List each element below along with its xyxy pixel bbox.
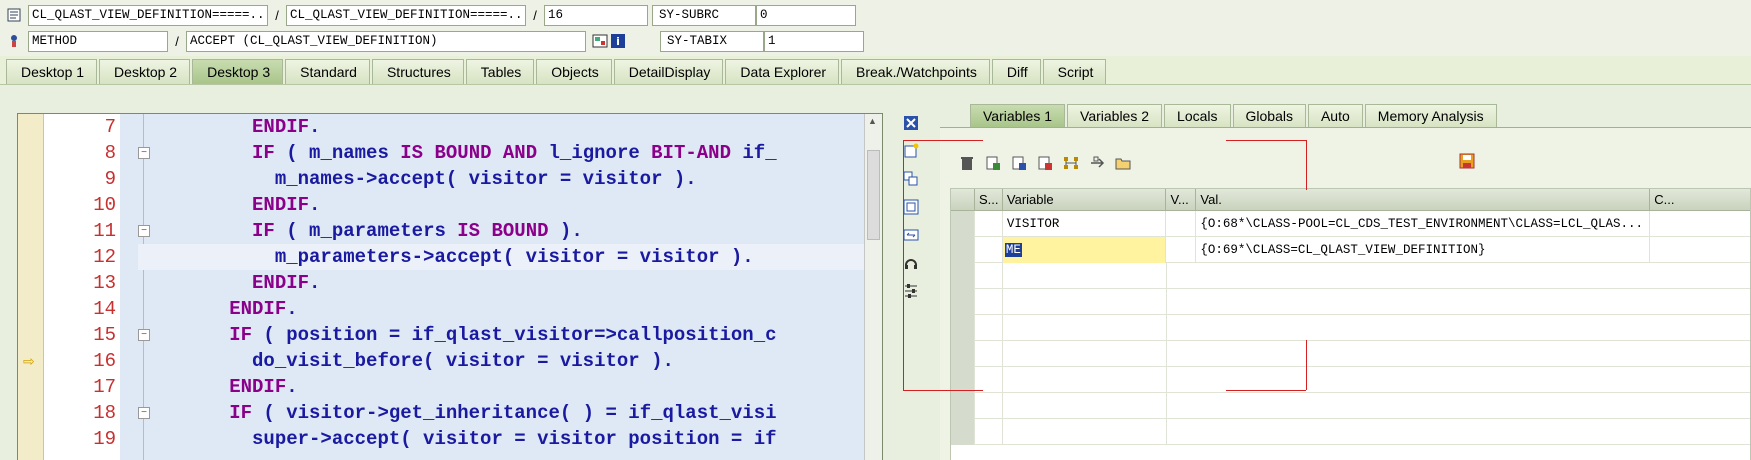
code-line: ENDIF. [252, 272, 321, 294]
line-number: 12 [93, 246, 116, 268]
code-line: ENDIF. [252, 194, 321, 216]
code-line: ENDIF. [252, 116, 321, 138]
sy-subrc-value[interactable]: 0 [756, 4, 856, 26]
display-source-icon[interactable] [592, 33, 608, 49]
tab-diff[interactable]: Diff [991, 59, 1041, 84]
line-number: 19 [93, 428, 116, 450]
code-line: IF ( m_names IS BOUND AND l_ignore BIT-A… [252, 142, 777, 164]
main-program-field[interactable]: CL_QLAST_VIEW_DEFINITION=====... [28, 4, 268, 26]
sy-tabix-label: SY-TABIX [660, 30, 764, 52]
annotation-right-bottom [1306, 340, 1307, 390]
tab-breakpoints[interactable]: Break./Watchpoints [841, 59, 990, 84]
scroll-up-icon[interactable]: ▲ [868, 116, 877, 126]
info-icon[interactable]: i [610, 33, 626, 49]
annotation-right-top [1306, 140, 1307, 190]
sy-subrc-label: SY-SUBRC [652, 4, 756, 26]
annotation-bottom-right [1226, 390, 1306, 391]
code-line: IF ( position = if_qlast_visitor=>callpo… [229, 324, 777, 346]
column-header-change[interactable]: C... [1650, 189, 1750, 211]
tab-variables-2[interactable]: Variables 2 [1067, 104, 1163, 127]
tab-detaildisplay[interactable]: DetailDisplay [613, 59, 724, 84]
annotation-left-line [903, 140, 1306, 390]
row-status [975, 393, 1003, 419]
line-number: 11 [93, 220, 116, 242]
annotation-top-right [1226, 140, 1306, 141]
code-line: m_names->accept( visitor = visitor ). [138, 168, 697, 190]
variable-name-cell[interactable] [1003, 419, 1167, 445]
line-number-field[interactable]: 16 [544, 4, 648, 26]
line-number: 15 [93, 324, 116, 346]
line-number: 18 [93, 402, 116, 424]
tab-desktop-2[interactable]: Desktop 2 [99, 59, 191, 84]
sy-tabix-value[interactable]: 1 [764, 30, 864, 52]
svg-text:i: i [616, 35, 620, 48]
line-number: 13 [93, 272, 116, 294]
table-row-empty [951, 419, 1750, 445]
current-line-arrow-icon: ⇨ [23, 353, 35, 369]
tab-locals[interactable]: Locals [1164, 104, 1231, 127]
annotation-top-left [903, 140, 983, 141]
separator: / [175, 33, 179, 49]
line-number: 7 [104, 116, 116, 138]
tab-memory-analysis[interactable]: Memory Analysis [1364, 104, 1497, 127]
save-icon[interactable] [1458, 152, 1476, 170]
code-line-current: m_parameters->accept( visitor = visitor … [138, 244, 878, 270]
header-row-1: CL_QLAST_VIEW_DEFINITION=====... / CL_QL… [6, 3, 856, 27]
tab-structures[interactable]: Structures [371, 59, 464, 84]
variables-tabs: Variables 1 Variables 2 Locals Globals A… [970, 103, 1499, 127]
code-line: super->accept( visitor = visitor positio… [138, 428, 777, 450]
desktop-tabs: Desktop 1 Desktop 2 Desktop 3 Standard S… [6, 58, 1108, 84]
source-editor[interactable]: ⇨ 7 8 9 10 11 12 13 14 15 16 17 18 19 − … [17, 113, 883, 460]
scroll-thumb[interactable] [867, 150, 880, 240]
breakpoint-gutter[interactable]: ⇨ [18, 114, 44, 460]
event-name-field[interactable]: ACCEPT (CL_QLAST_VIEW_DEFINITION) [186, 30, 586, 52]
header-row-2: METHOD / ACCEPT (CL_QLAST_VIEW_DEFINITIO… [6, 29, 864, 53]
row-selector[interactable] [951, 393, 975, 419]
code-line: do_visit_before( visitor = visitor ). [138, 350, 674, 372]
tab-auto[interactable]: Auto [1307, 104, 1363, 127]
close-icon[interactable] [901, 113, 921, 133]
line-number: 8 [104, 142, 116, 164]
separator: / [275, 7, 279, 23]
code-line: IF ( m_parameters IS BOUND ). [252, 220, 583, 242]
code-line: IF ( visitor->get_inheritance( ) = if_ql… [229, 402, 777, 424]
tab-variables-1[interactable]: Variables 1 [970, 104, 1066, 127]
separator: / [533, 7, 537, 23]
event-type-field[interactable]: METHOD [28, 30, 168, 52]
program-icon [6, 7, 22, 23]
desktop-content: ⇨ 7 8 9 10 11 12 13 14 15 16 17 18 19 − … [0, 84, 1751, 460]
tab-standard[interactable]: Standard [285, 59, 370, 84]
include-field[interactable]: CL_QLAST_VIEW_DEFINITION=====... [286, 4, 526, 26]
annotation-bottom-left [903, 390, 983, 391]
line-number: 16 [93, 350, 116, 372]
method-icon [6, 33, 22, 49]
tab-desktop-3[interactable]: Desktop 3 [192, 59, 284, 84]
debugger-header: CL_QLAST_VIEW_DEFINITION=====... / CL_QL… [0, 0, 1751, 56]
table-row-empty [951, 393, 1750, 419]
row-selector[interactable] [951, 419, 975, 445]
line-number: 9 [104, 168, 116, 190]
code-line: ENDIF. [229, 376, 298, 398]
tab-tables[interactable]: Tables [465, 59, 535, 84]
tab-objects[interactable]: Objects [536, 59, 612, 84]
variable-name-cell[interactable] [1003, 393, 1167, 419]
line-number: 10 [93, 194, 116, 216]
line-number: 17 [93, 376, 116, 398]
row-status [975, 419, 1003, 445]
tab-globals[interactable]: Globals [1232, 104, 1306, 127]
tab-desktop-1[interactable]: Desktop 1 [6, 59, 98, 84]
change-cell [1650, 237, 1750, 263]
code-lines: ENDIF. IF ( m_names IS BOUND AND l_ignor… [138, 114, 878, 460]
code-line: ENDIF. [229, 298, 298, 320]
change-cell [1650, 211, 1750, 237]
tab-data-explorer[interactable]: Data Explorer [725, 59, 840, 84]
line-number: 14 [93, 298, 116, 320]
tab-script[interactable]: Script [1042, 59, 1107, 84]
editor-scrollbar[interactable]: ▲ [864, 114, 882, 460]
